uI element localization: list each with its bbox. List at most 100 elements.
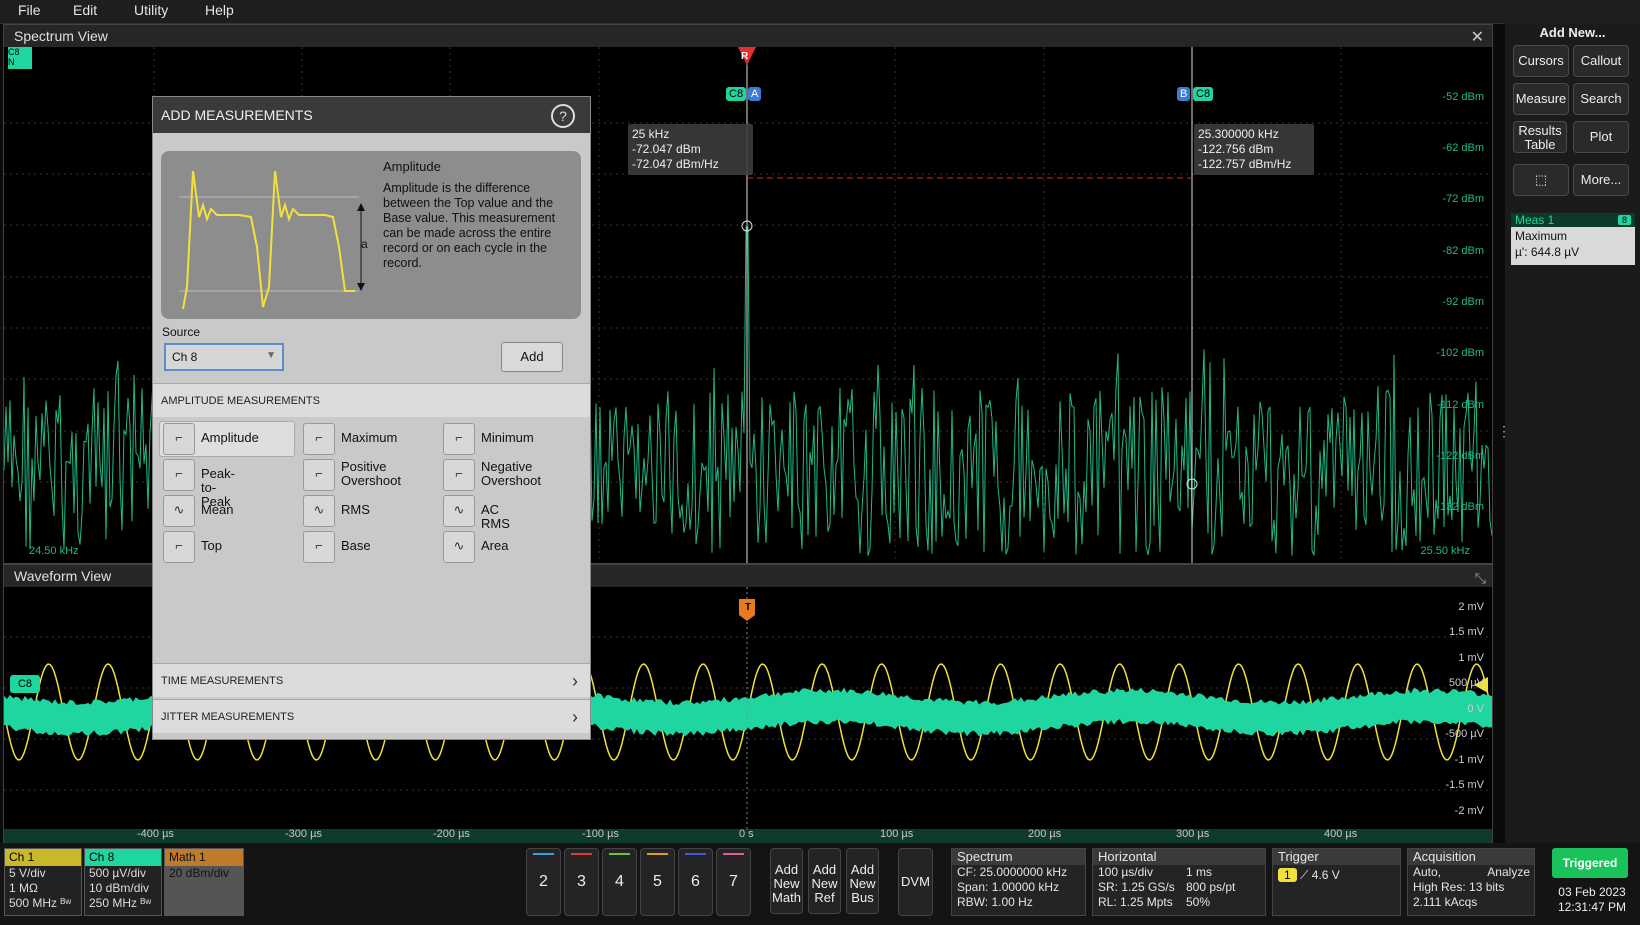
add-new-math-button[interactable]: Add New Math: [770, 848, 803, 914]
menu-file[interactable]: File: [18, 2, 41, 18]
spectrum-y-label: -132 dBm: [1436, 501, 1484, 513]
plot-button[interactable]: Plot: [1573, 121, 1629, 153]
maximum-icon: ⌐: [303, 423, 335, 455]
channel-2-button[interactable]: 2: [526, 848, 561, 916]
ch1-bandwidth: 500 MHz ᴮʷ: [9, 896, 72, 910]
menu-edit[interactable]: Edit: [73, 2, 97, 18]
spectrum-center-freq: CF: 25.0000000 kHz: [957, 865, 1068, 879]
horizontal-sample-rate: SR: 1.25 GS/s: [1098, 880, 1175, 894]
meas-1-name: Meas 1: [1515, 213, 1555, 227]
channel-4-button[interactable]: 4: [602, 848, 637, 916]
spectrum-info-box[interactable]: Spectrum CF: 25.0000000 kHz Span: 1.0000…: [951, 848, 1086, 916]
acquisition-info-box[interactable]: Acquisition Auto, Analyze High Res: 13 bi…: [1407, 848, 1535, 916]
search-button[interactable]: Search: [1573, 83, 1629, 115]
drag-handle-icon[interactable]: ⋮: [1497, 423, 1511, 440]
preview-title: Amplitude: [383, 159, 441, 174]
cursor-a-tag[interactable]: A: [748, 87, 762, 101]
zoom-icon[interactable]: ⤡: [1475, 570, 1486, 587]
add-measurements-dialog: ADD MEASUREMENTS ? a Amplitude Amplitude…: [152, 96, 591, 740]
positive-overshoot-icon: ⌐: [303, 459, 335, 491]
spectrum-y-label: -62 dBm: [1442, 142, 1484, 154]
ch1-impedance: 1 MΩ: [9, 881, 38, 895]
cursor-a-channel-tag: C8: [726, 87, 747, 101]
waveform-y-label: 1.5 mV: [1449, 626, 1484, 638]
source-value: Ch 8: [172, 350, 198, 364]
cursor-b-freq: 25.300000 kHz: [1198, 127, 1279, 141]
waveform-x-label: -200 µs: [433, 828, 470, 840]
cursors-button[interactable]: Cursors: [1513, 45, 1569, 77]
trigger-info-title: Trigger: [1273, 849, 1400, 865]
zoom-select-icon: ⬚: [1534, 172, 1548, 187]
measure-positive-overshoot[interactable]: ⌐ Positive Overshoot: [303, 459, 413, 491]
cursor-a-freq: 25 kHz: [632, 127, 670, 141]
cursor-b-power: -122.756 dBm: [1198, 142, 1274, 156]
menu-utility[interactable]: Utility: [134, 2, 168, 18]
channel-6-button[interactable]: 6: [678, 848, 713, 916]
meas-1-channel-badge: 8: [1617, 215, 1631, 225]
ch8-badge[interactable]: Ch 8 500 µV/div 10 dBm/div 250 MHz ᴮʷ: [84, 848, 162, 916]
help-icon[interactable]: ?: [551, 104, 575, 128]
add-new-ref-button[interactable]: Add New Ref: [808, 848, 841, 914]
ch8-scale: 500 µV/div: [89, 866, 146, 880]
ac-rms-icon: ∿: [443, 495, 475, 527]
amplitude-section-header[interactable]: AMPLITUDE MEASUREMENTS: [153, 383, 590, 417]
horizontal-info-box[interactable]: Horizontal 100 µs/div 1 ms SR: 1.25 GS/s 8…: [1092, 848, 1266, 916]
triggered-status[interactable]: Triggered: [1552, 848, 1628, 878]
waveform-y-label: 500 µV: [1448, 677, 1484, 689]
waveform-channel-tag[interactable]: C8: [10, 675, 40, 693]
more-button[interactable]: More...: [1573, 164, 1629, 196]
math1-badge[interactable]: Math 1 20 dBm/div: [164, 848, 244, 916]
source-label: Source: [162, 325, 201, 339]
waveform-x-label: 0 s: [739, 828, 754, 840]
add-new-title: Add New...: [1539, 25, 1606, 40]
add-button[interactable]: Add: [501, 342, 563, 372]
time-label: 12:31:47 PM: [1557, 900, 1627, 914]
math1-label: Math 1: [165, 849, 243, 866]
time-section-header[interactable]: TIME MEASUREMENTS ›: [153, 663, 590, 697]
acquisition-info-title: Acquisition: [1408, 849, 1534, 865]
cursor-a-power: -72.047 dBm: [632, 142, 701, 156]
zoom-select-button[interactable]: ⬚: [1513, 164, 1569, 196]
channel-5-button[interactable]: 5: [640, 848, 675, 916]
acquisition-resolution: High Res: 13 bits: [1413, 880, 1505, 894]
trigger-source: 1: [1278, 868, 1297, 882]
amplitude-preview-image: [179, 170, 365, 310]
cursor-b-tag[interactable]: B: [1177, 87, 1191, 101]
measure-button[interactable]: Measure: [1513, 83, 1569, 115]
time-section-label: TIME MEASUREMENTS: [161, 675, 284, 687]
spectrum-y-label: -82 dBm: [1442, 245, 1484, 257]
spectrum-view-title: Spectrum View: [4, 25, 1492, 47]
waveform-y-label: -1 mV: [1454, 754, 1484, 766]
ch1-badge[interactable]: Ch 1 5 V/div 1 MΩ 500 MHz ᴮʷ: [4, 848, 82, 916]
dialog-title: ADD MEASUREMENTS: [153, 97, 590, 133]
horizontal-resolution: 800 ps/pt: [1186, 880, 1236, 894]
waveform-y-label: -500 µV: [1445, 728, 1484, 740]
menu-help[interactable]: Help: [205, 2, 234, 18]
results-table-button[interactable]: Results Table: [1513, 121, 1567, 153]
waveform-y-label: 1 mV: [1458, 652, 1484, 664]
dvm-button[interactable]: DVM: [898, 848, 933, 916]
channel-7-button[interactable]: 7: [716, 848, 751, 916]
top-icon: ⌐: [163, 531, 195, 563]
measure-negative-overshoot[interactable]: ⌐ Negative Overshoot: [443, 459, 563, 491]
jitter-section-header[interactable]: JITTER MEASUREMENTS ›: [153, 699, 590, 733]
acquisition-analyze: Analyze: [1487, 865, 1530, 879]
add-new-bus-button[interactable]: Add New Bus: [846, 848, 879, 914]
trigger-info-box[interactable]: Trigger 1 ⟋ 4.6 V: [1272, 848, 1401, 916]
meas-1-badge[interactable]: Meas 1 8 Maximum µ': 644.8 µV: [1511, 213, 1635, 265]
area-icon: ∿: [443, 531, 475, 563]
mean-icon: ∿: [163, 495, 195, 527]
close-icon[interactable]: ✕: [1471, 27, 1484, 47]
right-sidebar: Add New... Cursors Callout Measure Searc…: [1497, 23, 1640, 843]
callout-button[interactable]: Callout: [1573, 45, 1629, 77]
ch1-scale: 5 V/div: [9, 866, 46, 880]
source-select[interactable]: Ch 8 ▼: [164, 343, 284, 371]
waveform-x-label: 400 µs: [1324, 828, 1358, 840]
meas-1-value: µ': 644.8 µV: [1515, 245, 1580, 259]
spectrum-y-label: -122 dBm: [1436, 450, 1484, 462]
chevron-right-icon: ›: [572, 671, 578, 691]
menu-bar: File Edit Utility Help: [0, 0, 1640, 24]
horizontal-duration: 1 ms: [1186, 865, 1213, 879]
rising-edge-icon: ⟋: [1300, 868, 1309, 882]
channel-3-button[interactable]: 3: [564, 848, 599, 916]
